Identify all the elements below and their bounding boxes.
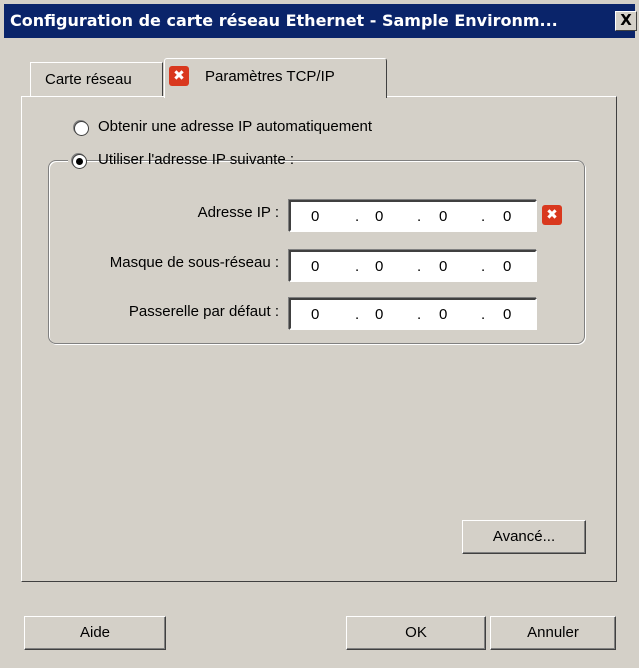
gateway-octet-3: 0 <box>439 306 448 323</box>
gateway-dot: . <box>481 306 486 323</box>
ip-octet-3: 0 <box>439 208 448 225</box>
subnet-mask-label: Masque de sous-réseau : <box>109 254 279 271</box>
gateway-octet-2: 0 <box>375 306 384 323</box>
tab-carte-reseau[interactable]: Carte réseau <box>30 62 163 96</box>
gateway-octet-1: 0 <box>311 306 320 323</box>
gateway-octet-4: 0 <box>503 306 512 323</box>
mask-octet-3: 0 <box>439 258 448 275</box>
cancel-button[interactable]: Annuler <box>490 616 616 650</box>
ip-address-input[interactable]: 0 . 0 . 0 . 0 <box>289 200 537 232</box>
ip-octet-2: 0 <box>375 208 384 225</box>
ip-dot: . <box>481 208 486 225</box>
error-icon: ✖ <box>169 66 189 86</box>
title-bar[interactable]: Configuration de carte réseau Ethernet -… <box>4 4 637 38</box>
radio-static-ip-label: Utiliser l'adresse IP suivante : <box>98 151 295 168</box>
mask-octet-1: 0 <box>311 258 320 275</box>
mask-dot: . <box>355 258 360 275</box>
radio-auto-ip-label: Obtenir une adresse IP automatiquement <box>98 118 373 135</box>
radio-static-ip[interactable]: Utiliser l'adresse IP suivante : <box>68 149 294 171</box>
ip-dot: . <box>355 208 360 225</box>
ip-octet-1: 0 <box>311 208 320 225</box>
tab-carte-reseau-label: Carte réseau <box>45 71 132 88</box>
ip-dot: . <box>417 208 422 225</box>
subnet-mask-input[interactable]: 0 . 0 . 0 . 0 <box>289 250 537 282</box>
mask-dot: . <box>481 258 486 275</box>
error-icon: ✖ <box>542 205 562 225</box>
gateway-dot: . <box>417 306 422 323</box>
mask-octet-2: 0 <box>375 258 384 275</box>
gateway-label: Passerelle par défaut : <box>128 303 279 320</box>
help-button[interactable]: Aide <box>24 616 166 650</box>
mask-octet-4: 0 <box>503 258 512 275</box>
radio-static-ip-circle[interactable] <box>72 154 87 169</box>
gateway-input[interactable]: 0 . 0 . 0 . 0 <box>289 298 537 330</box>
mask-dot: . <box>417 258 422 275</box>
window-title: Configuration de carte réseau Ethernet -… <box>10 11 558 30</box>
ip-address-label: Adresse IP : <box>197 204 279 221</box>
close-icon: X <box>620 11 632 29</box>
tab-parametres-tcpip[interactable]: ✖ Paramètres TCP/IP <box>164 58 387 98</box>
close-button[interactable]: X <box>615 11 637 31</box>
ok-button[interactable]: OK <box>346 616 486 650</box>
gateway-dot: . <box>355 306 360 323</box>
ip-octet-4: 0 <box>503 208 512 225</box>
tab-parametres-tcpip-label: Paramètres TCP/IP <box>205 68 335 85</box>
radio-auto-ip-circle[interactable] <box>74 121 89 136</box>
advanced-button[interactable]: Avancé... <box>462 520 586 554</box>
dialog-window: Configuration de carte réseau Ethernet -… <box>0 0 639 668</box>
